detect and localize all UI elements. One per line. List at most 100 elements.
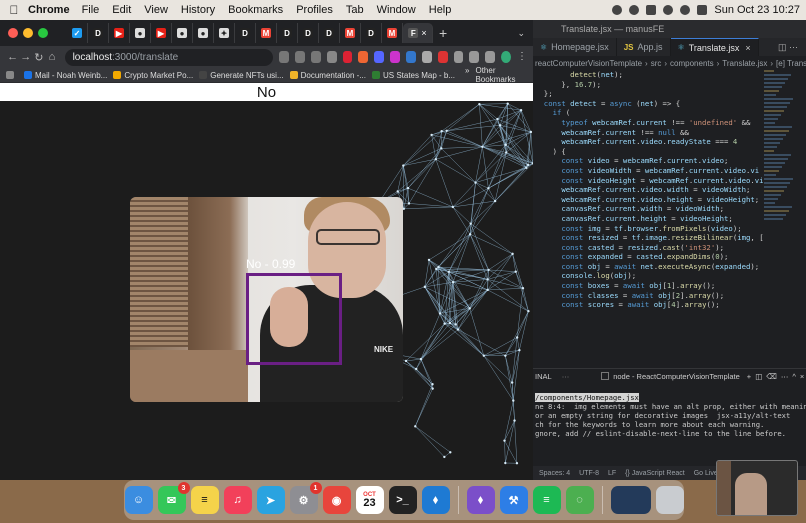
- chrome-menu-icon[interactable]: ⋮: [517, 51, 527, 63]
- profile-avatar[interactable]: [501, 51, 511, 63]
- forward-button[interactable]: →: [19, 51, 32, 63]
- telegram-icon[interactable]: ➤: [256, 486, 285, 514]
- editor-tab[interactable]: JS App.js: [617, 38, 671, 56]
- bookmark-item[interactable]: Documentation -...: [289, 71, 366, 80]
- zoom-icon[interactable]: [294, 51, 305, 63]
- extension-icon[interactable]: [421, 51, 432, 63]
- maximize-window-icon[interactable]: [38, 28, 48, 38]
- clock[interactable]: Sun Oct 23 10:27: [714, 4, 800, 16]
- editor-tab[interactable]: ⚛ Translate.jsx ×: [670, 38, 759, 56]
- terminal-output[interactable]: /components/Homepage.jsx ne 8:4: img elem…: [533, 393, 806, 438]
- breadcrumb-item[interactable]: [e] Translate: [776, 59, 806, 68]
- breadcrumb-item[interactable]: Translate.jsx: [722, 59, 767, 68]
- messages-icon[interactable]: ✉ 3: [157, 482, 190, 514]
- close-tab-icon[interactable]: ×: [745, 43, 750, 53]
- apple-icon[interactable]: : [0, 3, 28, 17]
- status-icon[interactable]: [612, 5, 623, 15]
- new-tab-button[interactable]: +: [439, 25, 447, 41]
- chrome-icon[interactable]: ◉: [322, 486, 351, 514]
- maximize-panel-icon[interactable]: ^: [792, 372, 796, 381]
- close-window-icon[interactable]: [8, 28, 18, 38]
- spotify-icon[interactable]: ≡: [532, 486, 561, 514]
- bookmark-item[interactable]: US States Map - b...: [371, 71, 455, 80]
- url-field[interactable]: localhost:3000/translate: [64, 48, 274, 66]
- browser-tab[interactable]: M: [382, 23, 403, 43]
- menu-item-profiles[interactable]: Profiles: [296, 4, 333, 16]
- menu-item-bookmarks[interactable]: Bookmarks: [228, 4, 283, 16]
- close-tab-icon[interactable]: ×: [421, 28, 426, 38]
- status-item[interactable]: Spaces: 4: [539, 470, 570, 477]
- reload-button[interactable]: ↻: [32, 51, 45, 64]
- terminal-session[interactable]: node - ReactComputerVisionTemplate: [613, 372, 740, 381]
- menu-item-help[interactable]: Help: [429, 4, 452, 16]
- back-button[interactable]: ←: [6, 51, 19, 63]
- downloads-stack-icon[interactable]: [610, 486, 651, 514]
- terminal-icon[interactable]: >_: [388, 486, 417, 514]
- split-terminal-icon[interactable]: ◫: [755, 372, 762, 381]
- browser-tab[interactable]: ●: [193, 23, 214, 43]
- extension-icon[interactable]: [358, 51, 369, 63]
- sidebar-icon[interactable]: [485, 51, 496, 63]
- app-name[interactable]: Chrome: [28, 4, 70, 16]
- xcode-icon[interactable]: ⚒: [499, 486, 528, 514]
- bookmark-item[interactable]: Mail - Noah Weinb...: [24, 71, 107, 80]
- breadcrumb-item[interactable]: components: [670, 59, 714, 68]
- terminal-tab[interactable]: INAL: [535, 372, 552, 381]
- browser-tab[interactable]: ▶: [109, 23, 130, 43]
- reading-list-icon[interactable]: [469, 51, 480, 63]
- visual-studio-icon[interactable]: ⬧: [466, 486, 495, 514]
- trash-icon[interactable]: [655, 486, 684, 514]
- extension-icon[interactable]: [405, 51, 416, 63]
- picture-in-picture-window[interactable]: [716, 460, 798, 516]
- bookmark-item[interactable]: Generate NFTs usi...: [199, 71, 284, 80]
- wifi-icon[interactable]: [663, 5, 674, 15]
- menu-item-tab[interactable]: Tab: [346, 4, 364, 16]
- browser-tab[interactable]: ✓: [67, 23, 88, 43]
- search-icon[interactable]: [680, 5, 691, 15]
- browser-tab[interactable]: D: [361, 23, 382, 43]
- music-icon[interactable]: ♫: [223, 486, 252, 514]
- menu-item-file[interactable]: File: [82, 4, 100, 16]
- minimize-window-icon[interactable]: [23, 28, 33, 38]
- status-item[interactable]: {} JavaScript React: [625, 470, 685, 477]
- status-icon[interactable]: [629, 5, 640, 15]
- extension-icon[interactable]: [342, 51, 353, 63]
- status-item[interactable]: LF: [608, 470, 616, 477]
- share-icon[interactable]: [310, 51, 321, 63]
- control-center-icon[interactable]: [697, 5, 708, 15]
- home-button[interactable]: ⌂: [45, 51, 58, 63]
- browser-tab[interactable]: D: [319, 23, 340, 43]
- notes-icon[interactable]: ≡: [190, 486, 219, 514]
- browser-tab[interactable]: ●: [130, 23, 151, 43]
- menu-item-view[interactable]: View: [144, 4, 168, 16]
- menu-item-window[interactable]: Window: [377, 4, 416, 16]
- bookmarks-more-icon[interactable]: »: [465, 66, 469, 84]
- extension-icon[interactable]: [374, 51, 385, 63]
- browser-tab[interactable]: D: [88, 23, 109, 43]
- menu-item-history[interactable]: History: [181, 4, 215, 16]
- bookmarks-apps-icon[interactable]: [6, 71, 14, 79]
- more-icon[interactable]: ⋯: [781, 372, 789, 381]
- close-panel-icon[interactable]: ×: [800, 372, 804, 381]
- browser-tab[interactable]: ●: [172, 23, 193, 43]
- new-terminal-button[interactable]: +: [747, 372, 751, 381]
- browser-tab[interactable]: ✦: [214, 23, 235, 43]
- code-editor[interactable]: detect(net); }, 16.7); }; const detect =…: [533, 70, 773, 370]
- status-item[interactable]: UTF-8: [579, 470, 599, 477]
- status-item[interactable]: Go Live: [694, 470, 718, 477]
- menu-item-edit[interactable]: Edit: [112, 4, 131, 16]
- browser-tab[interactable]: ▶: [151, 23, 172, 43]
- battery-icon[interactable]: [646, 5, 657, 15]
- system-settings-icon[interactable]: ⚙ 1: [289, 482, 322, 514]
- minimap[interactable]: [764, 70, 794, 230]
- browser-tab[interactable]: D: [235, 23, 256, 43]
- cast-icon[interactable]: [279, 51, 289, 63]
- extension-icon[interactable]: [390, 51, 400, 63]
- browser-tab[interactable]: D: [298, 23, 319, 43]
- breadcrumb-item[interactable]: reactComputerVisionTemplate: [535, 59, 642, 68]
- puzzle-icon[interactable]: [453, 51, 464, 63]
- trash-terminal-icon[interactable]: ⌫: [766, 372, 777, 381]
- split-editor-icon[interactable]: ◫ ⋯: [778, 42, 798, 53]
- browser-tab[interactable]: M: [340, 23, 361, 43]
- browser-tab[interactable]: D: [277, 23, 298, 43]
